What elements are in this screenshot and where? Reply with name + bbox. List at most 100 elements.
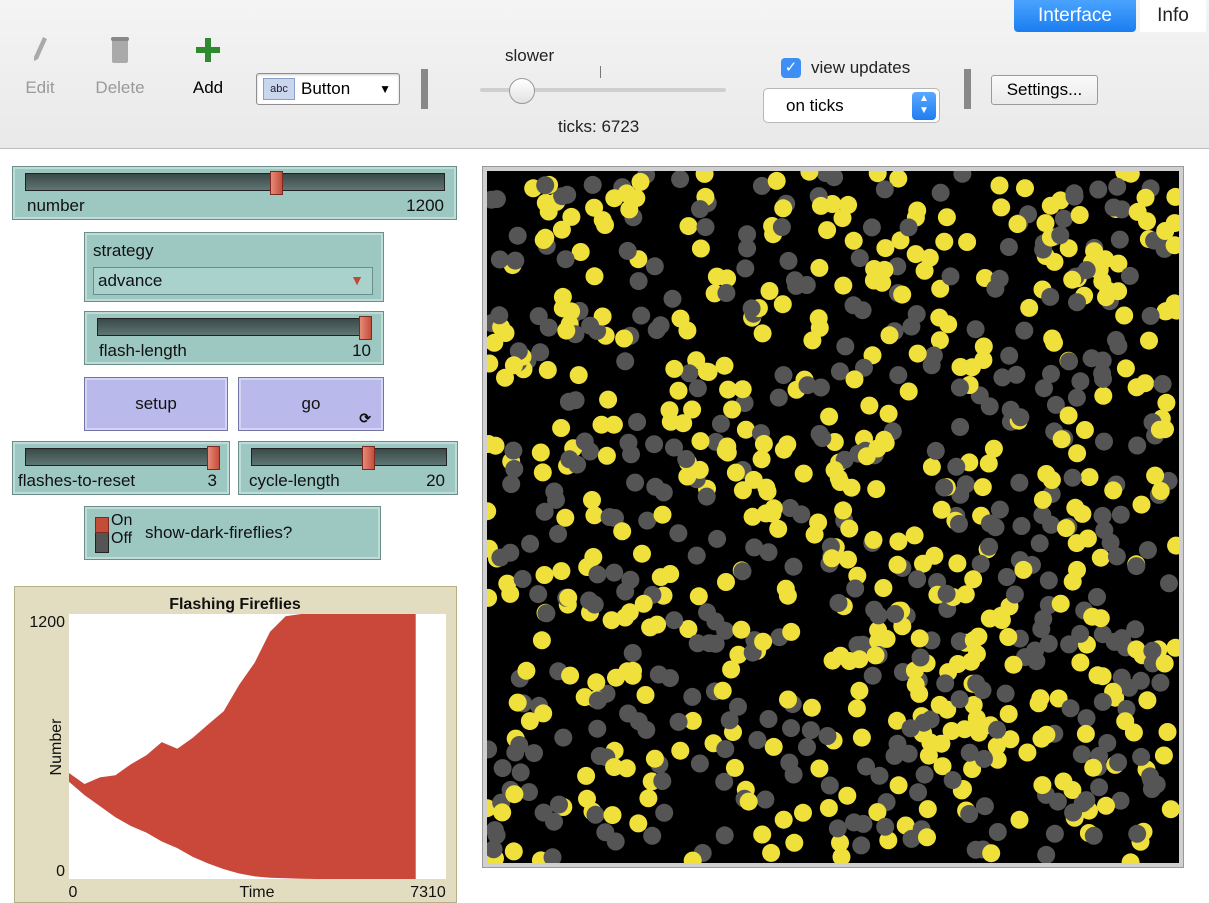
firefly (1014, 560, 1033, 579)
firefly (773, 295, 792, 314)
firefly (819, 799, 838, 817)
delete-label: Delete (95, 78, 145, 97)
firefly (628, 413, 647, 431)
firefly (504, 842, 523, 861)
firefly (802, 698, 821, 717)
number-slider[interactable]: number 1200 (12, 166, 457, 220)
setup-button[interactable]: setup (84, 377, 228, 431)
firefly (1064, 803, 1083, 822)
firefly (1128, 436, 1147, 455)
switch-track[interactable] (95, 517, 109, 553)
firefly (1037, 465, 1056, 483)
firefly (1084, 758, 1103, 777)
firefly (605, 563, 624, 582)
switch-handle[interactable] (95, 517, 109, 533)
firefly (600, 508, 619, 527)
firefly (1166, 187, 1179, 206)
firefly (818, 727, 837, 745)
firefly (688, 379, 707, 398)
firefly (534, 704, 553, 723)
firefly (719, 380, 738, 399)
firefly (583, 175, 602, 194)
firefly (779, 690, 797, 709)
flashes-to-reset-slider[interactable]: flashes-to-reset 3 (12, 441, 230, 495)
firefly (870, 766, 889, 785)
show-dark-fireflies-switch[interactable]: On Off show-dark-fireflies? (84, 506, 381, 560)
firefly (671, 171, 690, 189)
firefly (1146, 466, 1165, 485)
firefly (533, 463, 552, 482)
update-mode-select[interactable]: on ticks ▲ ▼ (763, 88, 940, 123)
world-canvas[interactable] (487, 171, 1179, 863)
firefly (506, 251, 525, 270)
firefly (645, 435, 664, 454)
firefly (1121, 853, 1140, 863)
firefly (1151, 673, 1170, 692)
firefly (545, 482, 564, 501)
firefly (733, 481, 752, 500)
firefly (846, 579, 865, 598)
firefly (661, 412, 680, 431)
number-slider-handle[interactable] (270, 171, 284, 195)
firefly (1077, 791, 1096, 810)
firefly (1068, 444, 1087, 463)
cycle-length-slider-track[interactable] (251, 446, 447, 470)
y-tick-max: 1200 (29, 614, 65, 631)
firefly (956, 475, 975, 494)
world-view[interactable] (482, 166, 1184, 868)
flash-length-slider[interactable]: flash-length 10 (84, 311, 384, 365)
strategy-chooser[interactable]: strategy advance ▼ (84, 232, 384, 302)
firefly (653, 772, 672, 790)
firefly (549, 524, 568, 543)
add-button[interactable]: Add (168, 30, 248, 120)
checkmark-icon[interactable]: ✓ (781, 58, 801, 78)
firefly (822, 549, 841, 568)
firefly (1091, 548, 1110, 567)
settings-button[interactable]: Settings... (991, 75, 1098, 105)
firefly (639, 789, 658, 808)
firefly (769, 519, 788, 538)
firefly (1160, 574, 1178, 593)
firefly (825, 171, 844, 187)
widget-type-select[interactable]: abc Button ▼ (256, 73, 400, 105)
firefly (960, 805, 979, 823)
flash-length-slider-track[interactable] (97, 316, 372, 340)
firefly (950, 514, 968, 533)
firefly (1041, 287, 1060, 306)
firefly (810, 759, 829, 778)
firefly (794, 803, 812, 822)
firefly (805, 525, 824, 544)
cycle-length-slider[interactable]: cycle-length 20 (238, 441, 458, 495)
view-updates-toggle[interactable]: ✓ view updates (781, 58, 910, 78)
firefly (717, 573, 735, 591)
firefly (1105, 632, 1124, 651)
firefly (623, 644, 642, 662)
firefly (1093, 667, 1112, 686)
firefly (1132, 495, 1151, 514)
strategy-dropdown[interactable]: advance ▼ (93, 267, 373, 295)
tab-interface[interactable]: Interface (1014, 0, 1136, 32)
firefly (1136, 188, 1155, 207)
edit-button[interactable]: Edit (0, 30, 80, 120)
firefly (487, 354, 499, 373)
firefly (879, 404, 898, 423)
firefly (604, 415, 623, 434)
firefly (924, 346, 943, 365)
plot-canvas: Flashing Fireflies 1200 0 0 7310 Time Nu… (29, 596, 446, 901)
firefly (575, 432, 594, 451)
number-slider-track[interactable] (25, 171, 445, 195)
firefly (717, 284, 736, 302)
firefly (999, 705, 1018, 723)
firefly (578, 789, 596, 808)
delete-button[interactable]: Delete (80, 30, 160, 120)
firefly (784, 557, 803, 576)
go-button[interactable]: go ⟳ (238, 377, 384, 431)
cycle-length-slider-handle[interactable] (361, 446, 375, 470)
flashes-to-reset-slider-track[interactable] (25, 446, 220, 470)
firefly (585, 267, 604, 286)
speed-slider-knob[interactable] (509, 78, 535, 104)
tab-info[interactable]: Info (1140, 0, 1206, 32)
flashes-to-reset-slider-handle[interactable] (207, 446, 220, 470)
firefly (531, 343, 550, 362)
flash-length-slider-handle[interactable] (359, 316, 372, 340)
